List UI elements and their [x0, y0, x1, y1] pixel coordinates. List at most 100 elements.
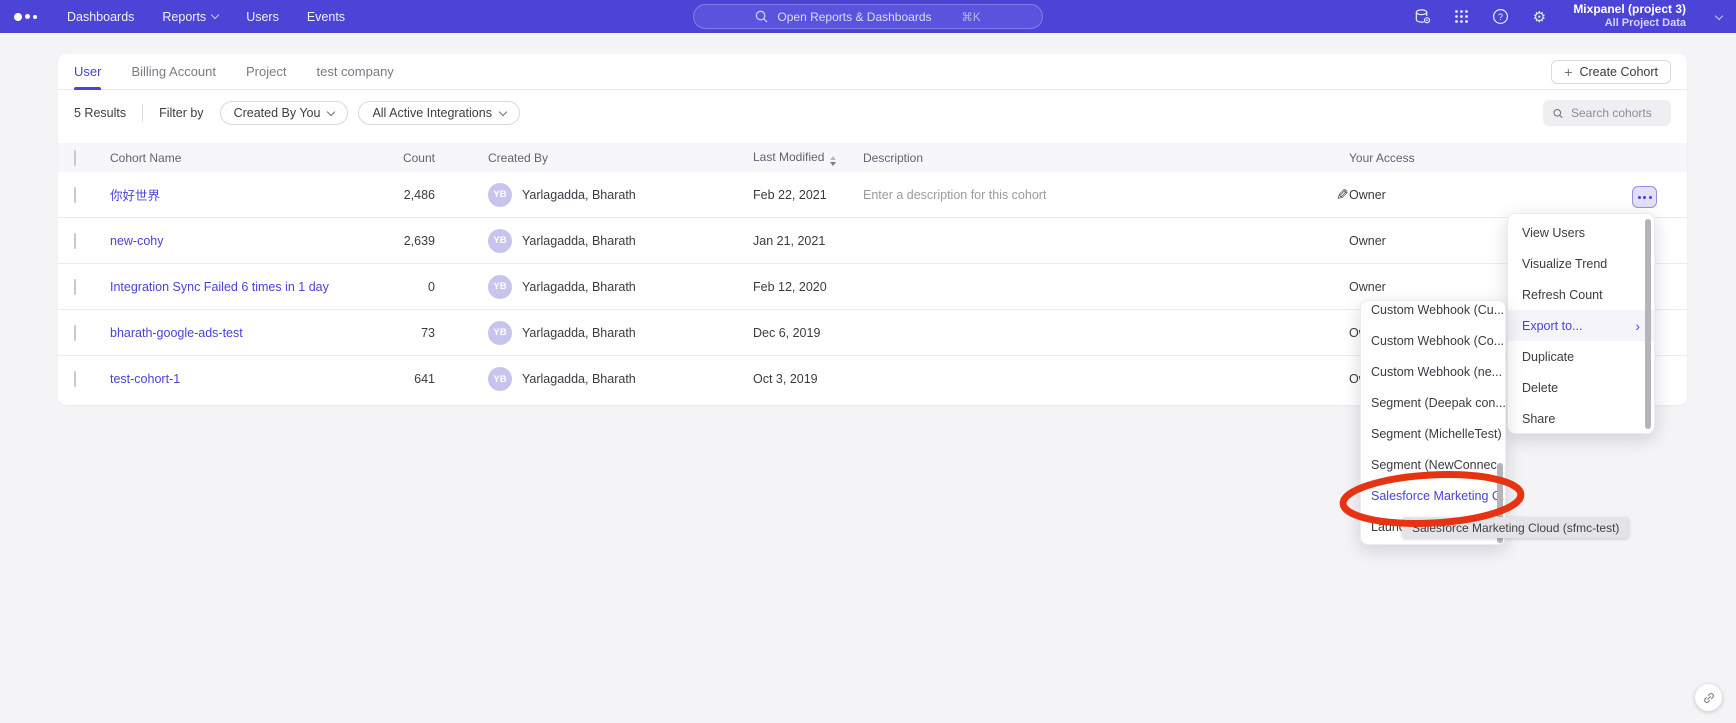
- created-by-filter[interactable]: Created By You: [220, 101, 349, 125]
- cohort-count: 2,486: [360, 188, 488, 202]
- cohort-count: 73: [360, 326, 488, 340]
- last-modified-date: Oct 3, 2019: [753, 372, 863, 386]
- menu-item-refresh-count[interactable]: Refresh Count: [1508, 279, 1654, 310]
- access-value: Owner: [1349, 188, 1620, 202]
- help-link-button[interactable]: [1695, 684, 1722, 711]
- avatar: YB: [488, 321, 512, 345]
- tab-test-company[interactable]: test company: [316, 54, 393, 89]
- table-header-row: Cohort Name Count Created By Last Modifi…: [58, 143, 1687, 172]
- global-search-input[interactable]: [777, 10, 952, 24]
- project-name: Mixpanel (project 3): [1573, 2, 1686, 17]
- menu-scrollbar[interactable]: [1645, 219, 1651, 429]
- submenu-item-segment-1[interactable]: Segment (Deepak con...: [1361, 387, 1505, 418]
- nav-dashboards[interactable]: Dashboards: [67, 10, 134, 24]
- link-icon: [1702, 691, 1716, 705]
- table-row: new-cohy 2,639 YB Yarlagadda, Bharath Jan…: [58, 218, 1687, 264]
- avatar: YB: [488, 367, 512, 391]
- results-count: 5 Results: [74, 106, 126, 120]
- nav-users[interactable]: Users: [246, 10, 279, 24]
- row-context-menu: View Users Visualize Trend Refresh Count…: [1507, 213, 1655, 434]
- svg-text:?: ?: [1498, 12, 1503, 22]
- apps-grid-icon[interactable]: [1452, 8, 1470, 26]
- cohort-search-input[interactable]: [1571, 106, 1661, 120]
- search-icon: [755, 10, 768, 23]
- row-checkbox[interactable]: [74, 233, 76, 249]
- col-header-name: Cohort Name: [110, 151, 360, 165]
- created-by-name: Yarlagadda, Bharath: [522, 326, 636, 340]
- cohort-count: 0: [360, 280, 488, 294]
- col-header-last-modified[interactable]: Last Modified: [753, 150, 863, 166]
- integration-tooltip: Salesforce Marketing Cloud (sfmc-test): [1402, 517, 1629, 538]
- last-modified-date: Jan 21, 2021: [753, 234, 863, 248]
- col-header-created-by: Created By: [488, 151, 753, 165]
- sort-icon: [830, 156, 836, 166]
- search-icon: [1553, 107, 1563, 120]
- filter-by-label: Filter by: [159, 106, 203, 120]
- top-navbar: Dashboards Reports Users Events ⌘K ? ⚙ M…: [0, 0, 1736, 33]
- data-management-icon[interactable]: [1413, 8, 1431, 26]
- avatar: YB: [488, 183, 512, 207]
- last-modified-date: Dec 6, 2019: [753, 326, 863, 340]
- nav-events[interactable]: Events: [307, 10, 345, 24]
- menu-item-share[interactable]: Share: [1508, 403, 1654, 434]
- settings-gear-icon[interactable]: ⚙: [1530, 8, 1548, 26]
- project-chevron-icon[interactable]: [1715, 12, 1723, 20]
- description-field[interactable]: Enter a description for this cohort: [863, 188, 1046, 202]
- created-by-name: Yarlagadda, Bharath: [522, 188, 636, 202]
- tab-project[interactable]: Project: [246, 54, 286, 89]
- create-cohort-button[interactable]: + Create Cohort: [1551, 60, 1671, 84]
- cohort-count: 641: [360, 372, 488, 386]
- tab-user[interactable]: User: [74, 54, 101, 89]
- row-checkbox[interactable]: [74, 187, 76, 203]
- cohort-name-link[interactable]: 你好世界: [110, 185, 360, 204]
- cohort-name-link[interactable]: new-cohy: [110, 234, 360, 248]
- menu-item-duplicate[interactable]: Duplicate: [1508, 341, 1654, 372]
- tabs-row: User Billing Account Project test compan…: [58, 54, 1687, 90]
- shortcut-hint: ⌘K: [961, 10, 980, 24]
- filter-row: 5 Results Filter by Created By You All A…: [58, 90, 1687, 136]
- cohort-count: 2,639: [360, 234, 488, 248]
- submenu-item-salesforce-marketing-cloud[interactable]: Salesforce Marketing C...: [1361, 480, 1505, 511]
- avatar: YB: [488, 229, 512, 253]
- row-checkbox[interactable]: [74, 325, 76, 341]
- chevron-down-icon: [211, 11, 219, 19]
- help-icon[interactable]: ?: [1491, 8, 1509, 26]
- menu-item-visualize-trend[interactable]: Visualize Trend: [1508, 248, 1654, 279]
- row-checkbox[interactable]: [74, 279, 76, 295]
- submenu-item-segment-3[interactable]: Segment (NewConnec...: [1361, 449, 1505, 480]
- chevron-right-icon: ›: [1635, 318, 1640, 334]
- menu-item-export-to[interactable]: Export to... ›: [1508, 310, 1654, 341]
- navbar-right: ? ⚙ Mixpanel (project 3) All Project Dat…: [1413, 2, 1722, 31]
- created-by-name: Yarlagadda, Bharath: [522, 280, 636, 294]
- cohort-name-link[interactable]: bharath-google-ads-test: [110, 326, 360, 340]
- divider: [142, 104, 143, 122]
- project-switcher[interactable]: Mixpanel (project 3) All Project Data: [1573, 2, 1686, 31]
- mixpanel-logo-icon[interactable]: [14, 13, 37, 21]
- more-actions-button[interactable]: [1632, 186, 1657, 208]
- global-search-bar[interactable]: ⌘K: [693, 4, 1043, 29]
- created-by-name: Yarlagadda, Bharath: [522, 234, 636, 248]
- created-by-name: Yarlagadda, Bharath: [522, 372, 636, 386]
- edit-pencil-icon[interactable]: ✎: [1336, 186, 1349, 204]
- cohort-search-box[interactable]: [1543, 100, 1671, 126]
- table-row: 你好世界 2,486 YBYarlagadda, Bharath Feb 22,…: [58, 172, 1687, 218]
- cohort-name-link[interactable]: Integration Sync Failed 6 times in 1 day: [110, 280, 360, 294]
- menu-item-view-users[interactable]: View Users: [1508, 217, 1654, 248]
- submenu-item-custom-webhook-2[interactable]: Custom Webhook (Co...: [1361, 325, 1505, 356]
- nav-reports[interactable]: Reports: [162, 10, 218, 24]
- chevron-down-icon: [499, 107, 507, 115]
- main-nav: Dashboards Reports Users Events: [67, 10, 345, 24]
- cohort-name-link[interactable]: test-cohort-1: [110, 372, 360, 386]
- submenu-item-segment-2[interactable]: Segment (MichelleTest): [1361, 418, 1505, 449]
- tab-billing-account[interactable]: Billing Account: [131, 54, 216, 89]
- submenu-item-custom-webhook-3[interactable]: Custom Webhook (ne...: [1361, 356, 1505, 387]
- avatar: YB: [488, 275, 512, 299]
- menu-item-delete[interactable]: Delete: [1508, 372, 1654, 403]
- integrations-filter[interactable]: All Active Integrations: [358, 101, 520, 125]
- export-submenu: Custom Webhook (Cu... Custom Webhook (Co…: [1360, 300, 1506, 545]
- submenu-item-custom-webhook-1[interactable]: Custom Webhook (Cu...: [1361, 300, 1505, 325]
- col-header-description: Description: [863, 151, 1349, 165]
- select-all-checkbox[interactable]: [74, 150, 76, 166]
- chevron-down-icon: [327, 107, 335, 115]
- row-checkbox[interactable]: [74, 371, 76, 387]
